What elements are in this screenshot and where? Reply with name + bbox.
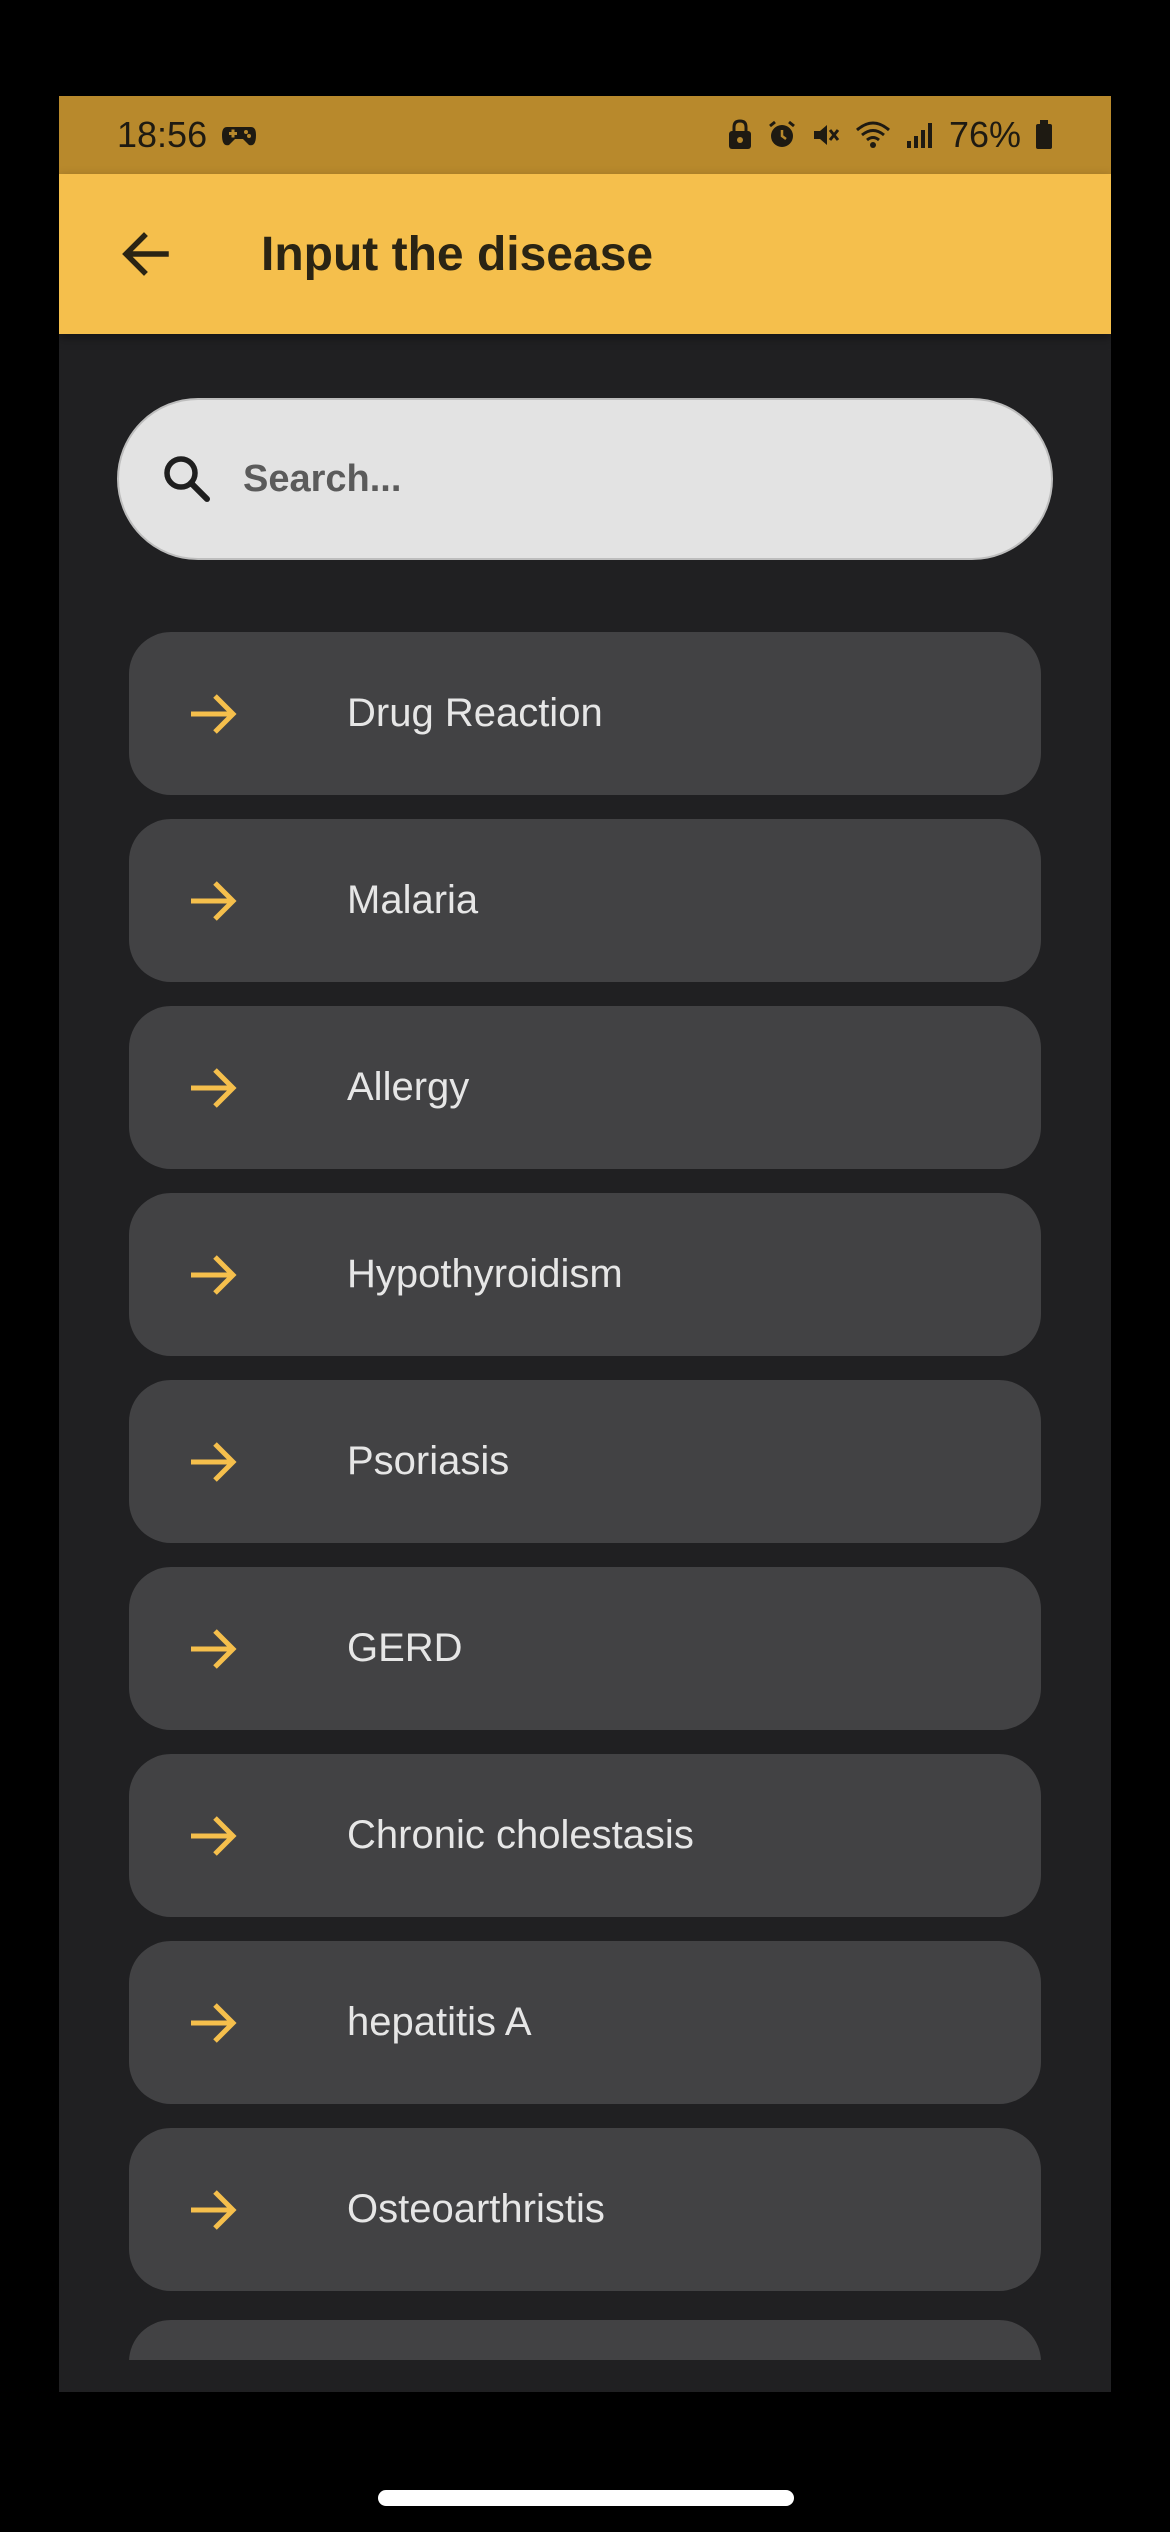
disease-label: hepatitis A [347, 2000, 532, 2044]
list-item[interactable]: Hypothyroidism [129, 1193, 1041, 1356]
disease-label: GERD [347, 1626, 463, 1670]
list-item[interactable]: Allergy [129, 1006, 1041, 1169]
app-screen: 18:56 76% Input the disease Search... Dr… [59, 96, 1111, 2392]
arrow-forward-icon [185, 1060, 241, 1116]
signal-icon [905, 121, 935, 149]
disease-list: Drug Reaction Malaria Allergy Hypothyroi… [129, 632, 1041, 2315]
status-time: 18:56 [117, 114, 208, 155]
mute-icon [811, 120, 841, 150]
arrow-forward-icon [185, 2182, 241, 2238]
arrow-forward-icon [185, 1621, 241, 1677]
battery-icon [1035, 120, 1053, 150]
disease-label: Psoriasis [347, 1439, 510, 1483]
arrow-forward-icon [185, 873, 241, 929]
arrow-forward-icon [185, 1247, 241, 1303]
arrow-forward-icon [185, 1434, 241, 1490]
list-item[interactable]: Malaria [129, 819, 1041, 982]
arrow-forward-icon [185, 686, 241, 742]
search-bar[interactable] [117, 398, 1053, 560]
list-item[interactable]: Psoriasis [129, 1380, 1041, 1543]
arrow-forward-icon [185, 1995, 241, 2051]
home-indicator[interactable] [378, 2490, 794, 2506]
list-item[interactable]: hepatitis A [129, 1941, 1041, 2104]
list-item-partial[interactable] [129, 2320, 1041, 2360]
gamepad-icon [221, 121, 257, 149]
disease-label: Allergy [347, 1065, 470, 1109]
search-icon [164, 456, 210, 502]
disease-label: Hypothyroidism [347, 1252, 623, 1296]
search-input[interactable] [241, 456, 945, 502]
list-item[interactable]: Drug Reaction [129, 632, 1041, 795]
arrow-forward-icon [185, 1808, 241, 1864]
back-button[interactable] [111, 219, 181, 289]
status-bar: 18:56 76% [59, 96, 1111, 174]
disease-label: Osteoarthristis [347, 2187, 605, 2231]
list-item[interactable] [129, 2320, 1041, 2360]
disease-label: Chronic cholestasis [347, 1813, 694, 1857]
wifi-icon [855, 120, 891, 150]
disease-label: Drug Reaction [347, 691, 603, 735]
battery-percent: 76% [948, 114, 1021, 155]
disease-label: Malaria [347, 878, 479, 922]
lock-icon [727, 119, 753, 151]
list-item[interactable]: Chronic cholestasis [129, 1754, 1041, 1917]
app-bar: Input the disease [59, 174, 1111, 334]
status-right: 76% [727, 114, 1053, 156]
arrow-back-icon [122, 232, 169, 276]
list-item[interactable]: Osteoarthristis [129, 2128, 1041, 2291]
status-left: 18:56 [117, 114, 257, 156]
list-item[interactable]: GERD [129, 1567, 1041, 1730]
page-title: Input the disease [261, 227, 654, 281]
alarm-icon [767, 120, 797, 150]
